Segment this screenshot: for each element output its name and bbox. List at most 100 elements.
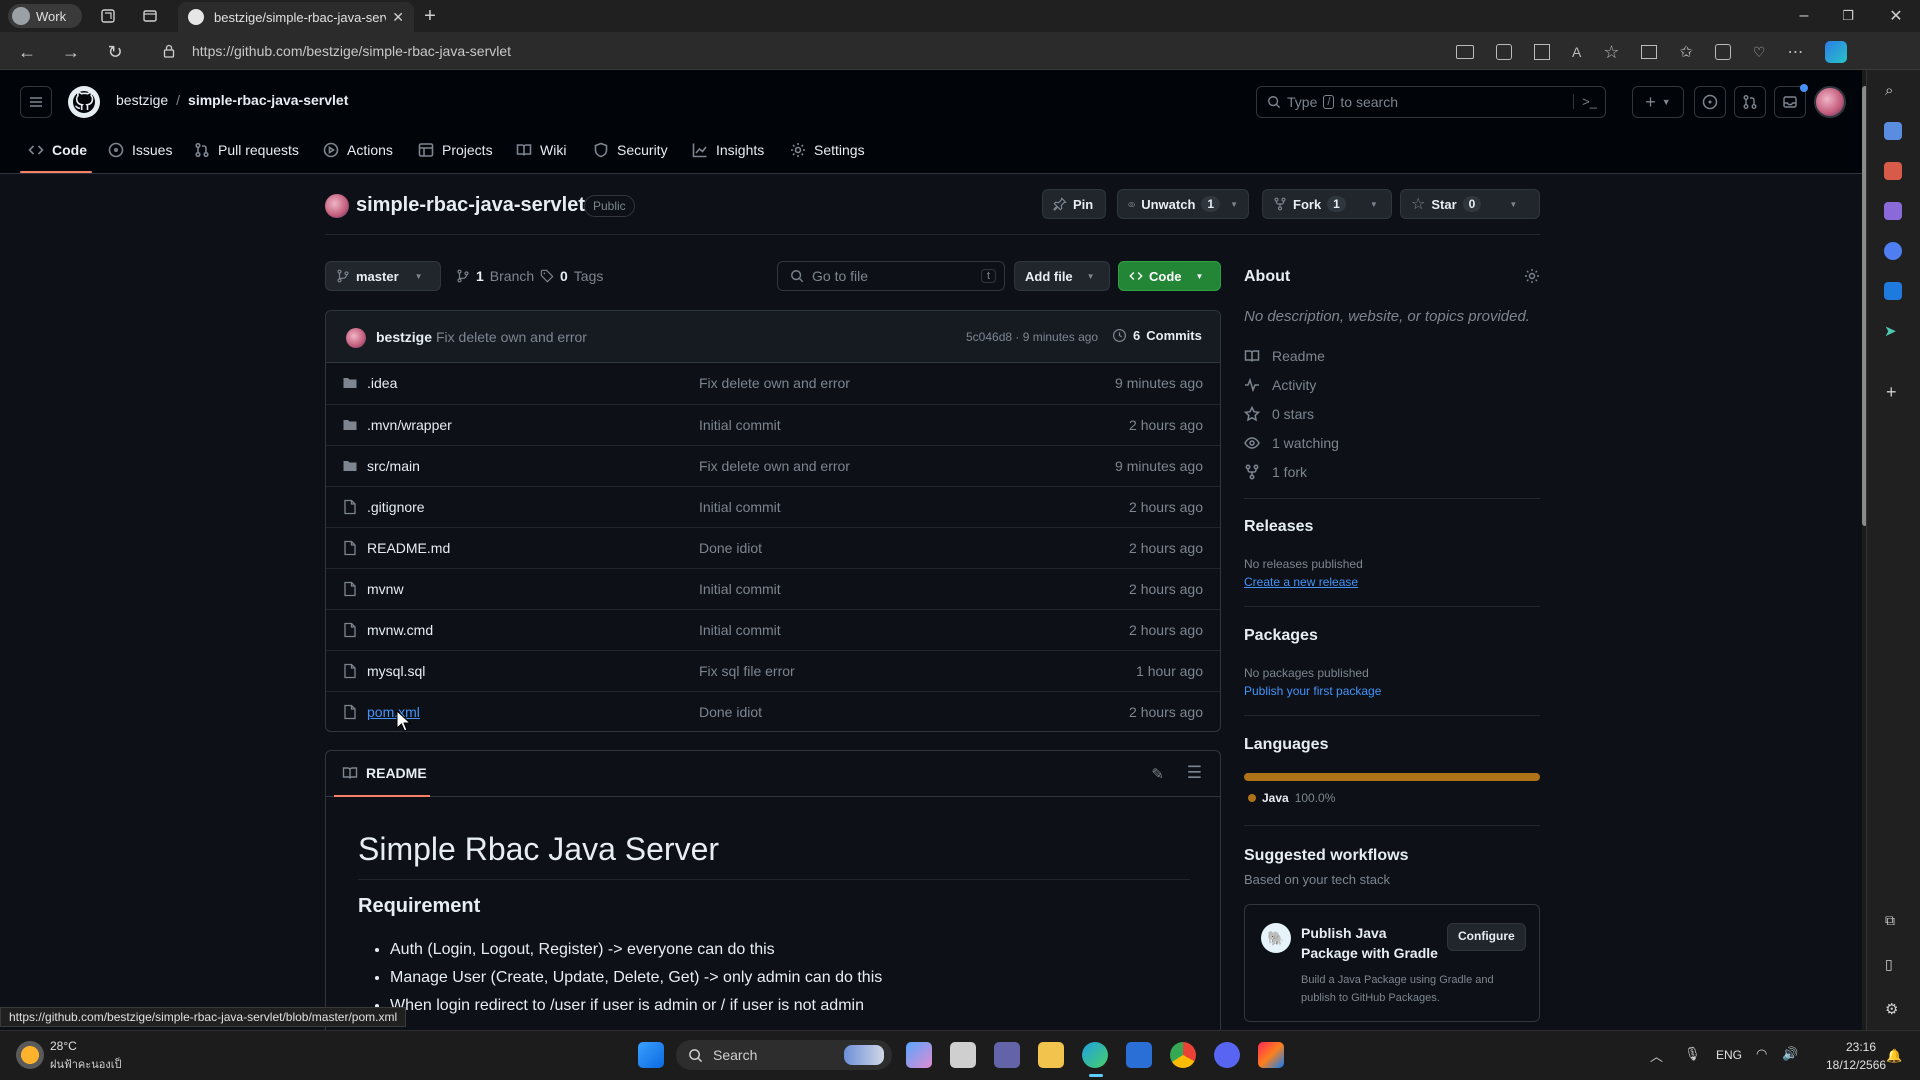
- search-input[interactable]: Type / to search >_: [1256, 86, 1606, 118]
- file-explorer-icon[interactable]: [1038, 1042, 1064, 1068]
- browser-essentials-icon[interactable]: ♡: [1753, 44, 1766, 61]
- commit-author[interactable]: bestzige: [376, 329, 432, 345]
- sidebar-settings-gear-icon[interactable]: ⚙: [1885, 1000, 1898, 1018]
- screenshot-icon[interactable]: ⧉: [1885, 912, 1895, 929]
- wifi-icon[interactable]: ◠: [1756, 1046, 1767, 1062]
- commit-message[interactable]: Fix delete own and error: [436, 329, 587, 345]
- branch-select-button[interactable]: master ▼: [325, 261, 441, 291]
- repo-name[interactable]: simple-rbac-java-servlet: [356, 194, 585, 217]
- start-windows-icon[interactable]: [638, 1042, 664, 1068]
- readme-tab[interactable]: README: [342, 765, 427, 781]
- tray-chevron-up-icon[interactable]: ︿: [1650, 1046, 1663, 1065]
- store-icon[interactable]: [1126, 1042, 1152, 1068]
- add-sidebar-app-icon[interactable]: +: [1886, 382, 1897, 403]
- file-commit-message[interactable]: Fix delete own and error: [699, 458, 850, 474]
- collections-icon[interactable]: [1714, 44, 1731, 60]
- file-row[interactable]: README.md Done idiot 2 hours ago: [326, 527, 1220, 568]
- file-commit-message[interactable]: Initial commit: [699, 417, 781, 433]
- restore-icon[interactable]: ❐: [1838, 6, 1858, 26]
- breadcrumb-owner[interactable]: bestzige: [116, 92, 168, 112]
- file-name[interactable]: .gitignore: [367, 499, 425, 515]
- copilot-icon[interactable]: [1825, 41, 1848, 63]
- url-field[interactable]: https://github.com/bestzige/simple-rbac-…: [148, 39, 1448, 63]
- language-legend[interactable]: Java 100.0%: [1248, 791, 1335, 805]
- volume-icon[interactable]: 🔊: [1782, 1046, 1798, 1062]
- add-file-button[interactable]: Add file ▼: [1014, 261, 1110, 291]
- notifications-bell-icon[interactable]: 🔔: [1886, 1048, 1902, 1064]
- widgets-icon[interactable]: [906, 1042, 932, 1068]
- configure-button[interactable]: Configure: [1447, 923, 1526, 951]
- branches-link[interactable]: 1 Branch: [456, 268, 534, 284]
- intellij-icon[interactable]: [1258, 1042, 1284, 1068]
- issues-button[interactable]: [1694, 86, 1726, 118]
- close-window-icon[interactable]: ✕: [1886, 6, 1906, 26]
- file-name[interactable]: README.md: [367, 540, 450, 556]
- new-tab-icon[interactable]: +: [420, 5, 440, 27]
- discord-icon[interactable]: [1214, 1042, 1240, 1068]
- search-icon[interactable]: ⌕: [1885, 82, 1893, 99]
- file-commit-message[interactable]: Initial commit: [699, 499, 781, 515]
- tags-link[interactable]: 0 Tags: [540, 268, 603, 284]
- file-row[interactable]: pom.xml Done idiot 2 hours ago: [326, 691, 1220, 731]
- task-view-icon[interactable]: [950, 1042, 976, 1068]
- file-row[interactable]: .idea Fix delete own and error 9 minutes a…: [326, 363, 1220, 404]
- file-row[interactable]: mvnw Initial commit 2 hours ago: [326, 568, 1220, 609]
- forward-icon[interactable]: →: [60, 41, 82, 63]
- input-language[interactable]: ENG: [1716, 1048, 1742, 1062]
- about-readme-link[interactable]: Readme: [1244, 346, 1325, 366]
- pull-requests-button[interactable]: [1734, 86, 1766, 118]
- sidebar-layout-icon[interactable]: ▯: [1885, 956, 1893, 973]
- about-stars-link[interactable]: 0 stars: [1244, 404, 1314, 424]
- tab-wiki[interactable]: Wiki: [516, 138, 566, 162]
- file-commit-message[interactable]: Done idiot: [699, 540, 762, 556]
- file-commit-message[interactable]: Initial commit: [699, 622, 781, 638]
- tab-close-icon[interactable]: ✕: [392, 9, 404, 26]
- refresh-icon[interactable]: ↻: [104, 41, 126, 63]
- workflow-card-title[interactable]: Publish Java Package with Gradle: [1301, 923, 1441, 963]
- breadcrumb-repo[interactable]: simple-rbac-java-servlet: [188, 92, 348, 112]
- clock-time[interactable]: 23:16: [1846, 1040, 1876, 1054]
- file-row[interactable]: src/main Fix delete own and error 9 minute…: [326, 445, 1220, 486]
- publish-package-link[interactable]: Publish your first package: [1244, 684, 1381, 698]
- edit-pencil-icon[interactable]: ✎: [1151, 765, 1164, 783]
- file-row[interactable]: .gitignore Initial commit 2 hours ago: [326, 486, 1220, 527]
- outline-list-icon[interactable]: ☰: [1187, 763, 1202, 783]
- app-available-icon[interactable]: [1456, 45, 1474, 59]
- file-name[interactable]: .idea: [367, 375, 397, 391]
- favorite-star-icon[interactable]: ☆: [1603, 42, 1619, 63]
- unwatch-button[interactable]: Unwatch 1 ▼: [1117, 189, 1249, 219]
- minimize-icon[interactable]: –: [1794, 6, 1814, 26]
- m365-icon[interactable]: [1884, 242, 1902, 260]
- create-new-button[interactable]: + ▼: [1632, 86, 1684, 118]
- star-button[interactable]: ☆ Star 0 ▼: [1400, 189, 1540, 219]
- releases-title[interactable]: Releases: [1244, 518, 1313, 536]
- weather-icon[interactable]: [16, 1041, 44, 1069]
- file-commit-message[interactable]: Fix sql file error: [699, 663, 795, 679]
- packages-title[interactable]: Packages: [1244, 627, 1318, 645]
- file-row[interactable]: .mvn/wrapper Initial commit 2 hours ago: [326, 404, 1220, 445]
- create-release-link[interactable]: Create a new release: [1244, 575, 1358, 589]
- edge-icon[interactable]: [1082, 1042, 1108, 1068]
- tools-icon[interactable]: [1884, 162, 1902, 180]
- apps-icon[interactable]: [1534, 44, 1550, 60]
- file-commit-message[interactable]: Fix delete own and error: [699, 375, 850, 391]
- workspaces-icon[interactable]: [98, 6, 118, 26]
- profile-button[interactable]: Work: [8, 4, 82, 28]
- tab-insights[interactable]: Insights: [692, 138, 764, 162]
- back-icon[interactable]: ←: [16, 41, 38, 63]
- split-screen-icon[interactable]: [1641, 45, 1658, 59]
- user-avatar[interactable]: [1814, 86, 1846, 118]
- tab-code[interactable]: Code: [28, 138, 87, 162]
- file-commit-message[interactable]: Initial commit: [699, 581, 781, 597]
- file-name[interactable]: mvnw.cmd: [367, 622, 433, 638]
- code-dropdown-button[interactable]: Code ▼: [1118, 261, 1221, 291]
- tab-security[interactable]: Security: [593, 138, 668, 162]
- about-settings-gear-icon[interactable]: [1524, 268, 1540, 284]
- github-logo-icon[interactable]: [68, 86, 100, 118]
- hamburger-menu-button[interactable]: [20, 86, 52, 118]
- tab-projects[interactable]: Projects: [418, 138, 493, 162]
- about-watching-link[interactable]: 1 watching: [1244, 433, 1339, 453]
- file-name[interactable]: .mvn/wrapper: [367, 417, 452, 433]
- file-name[interactable]: src/main: [367, 458, 420, 474]
- inbox-button[interactable]: [1774, 84, 1808, 118]
